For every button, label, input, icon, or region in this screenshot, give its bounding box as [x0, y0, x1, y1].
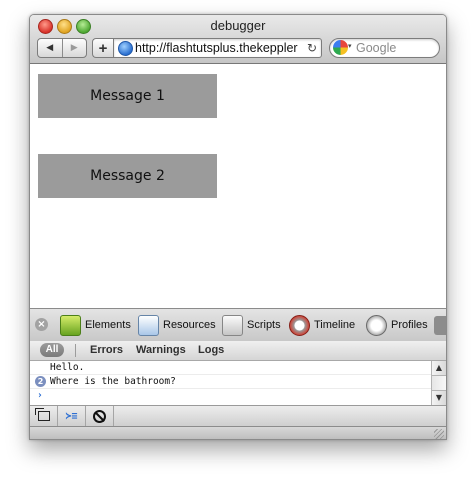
- globe-icon: [118, 41, 133, 56]
- tab-scripts[interactable]: Scripts: [222, 314, 281, 336]
- filter-warnings[interactable]: Warnings: [136, 344, 186, 357]
- back-button[interactable]: ◀: [38, 39, 62, 57]
- tab-timeline[interactable]: Timeline: [289, 314, 355, 336]
- inspector-status-bar: ≻≡: [30, 405, 446, 426]
- tab-timeline-label: Timeline: [314, 319, 356, 331]
- reload-icon[interactable]: ↻: [307, 40, 317, 56]
- url-text[interactable]: http://flashtutsplus.thekeppler: [135, 40, 299, 56]
- dock-icon: [34, 408, 50, 421]
- search-engine-caret-icon[interactable]: ▾: [348, 42, 352, 50]
- window-title: debugger: [210, 18, 266, 33]
- page-content: Message 1 Message 2: [30, 64, 446, 308]
- filter-errors[interactable]: Errors: [90, 344, 123, 357]
- console-message: 2 Where is the bathroom?: [30, 375, 431, 389]
- message-box-2[interactable]: Message 2: [38, 154, 217, 198]
- console-message-text: Hello.: [50, 362, 85, 373]
- scroll-down-icon[interactable]: ▼: [432, 390, 446, 405]
- filter-all[interactable]: All: [40, 343, 64, 357]
- filter-logs[interactable]: Logs: [198, 344, 224, 357]
- forward-button[interactable]: ▶: [61, 39, 87, 57]
- timeline-icon: [289, 314, 310, 336]
- profiles-icon: [366, 314, 387, 336]
- google-icon[interactable]: [333, 40, 348, 55]
- tab-profiles[interactable]: Profiles: [366, 314, 428, 336]
- navigation-buttons: ◀ ▶: [37, 38, 87, 58]
- resize-grip-icon[interactable]: [434, 429, 444, 439]
- clear-console-button[interactable]: [86, 406, 114, 426]
- inspector-toolbar: × Elements Resources Scripts Timeline Pr…: [30, 308, 446, 342]
- close-inspector-icon[interactable]: ×: [35, 318, 48, 331]
- tab-elements[interactable]: Elements: [60, 314, 131, 336]
- scroll-up-icon[interactable]: ▲: [432, 361, 446, 376]
- tab-scripts-label: Scripts: [247, 319, 281, 331]
- tab-overflow[interactable]: [434, 314, 446, 336]
- console-output: Hello. 2 Where is the bathroom? ›: [30, 361, 431, 405]
- repeat-count-badge: 2: [35, 376, 46, 387]
- console-scrollbar[interactable]: ▲ ▼: [431, 361, 446, 405]
- scripts-icon: [222, 314, 243, 336]
- browser-window: debugger ◀ ▶ + http://flashtutsplus.thek…: [29, 14, 447, 440]
- console-toggle-icon: ≻≡: [65, 410, 78, 422]
- search-placeholder[interactable]: Google: [356, 40, 396, 56]
- address-bar[interactable]: http://flashtutsplus.thekeppler ↻: [113, 38, 322, 58]
- console-prompt-row[interactable]: ›: [30, 389, 431, 402]
- clear-console-icon: [93, 409, 106, 423]
- console-message: Hello.: [30, 361, 431, 375]
- add-bookmark-button[interactable]: +: [92, 38, 113, 58]
- title-bar: debugger ◀ ▶ + http://flashtutsplus.thek…: [30, 15, 446, 64]
- console-prompt-icon: ›: [37, 390, 43, 401]
- dock-button[interactable]: [30, 406, 58, 426]
- filter-divider: [75, 344, 76, 357]
- search-field[interactable]: ▾ Google: [329, 38, 440, 58]
- message-box-1[interactable]: Message 1: [38, 74, 217, 118]
- window-bottom-bar: [30, 426, 446, 439]
- tab-resources-label: Resources: [163, 319, 216, 331]
- elements-icon: [60, 314, 81, 336]
- console-message-text: Where is the bathroom?: [50, 376, 176, 387]
- console-toggle-button[interactable]: ≻≡: [58, 406, 86, 426]
- tab-profiles-label: Profiles: [391, 319, 428, 331]
- more-panels-icon: [434, 315, 446, 335]
- resources-icon: [138, 314, 159, 336]
- tab-resources[interactable]: Resources: [138, 314, 216, 336]
- tab-elements-label: Elements: [85, 319, 131, 331]
- console-filter-bar: All Errors Warnings Logs: [30, 341, 446, 361]
